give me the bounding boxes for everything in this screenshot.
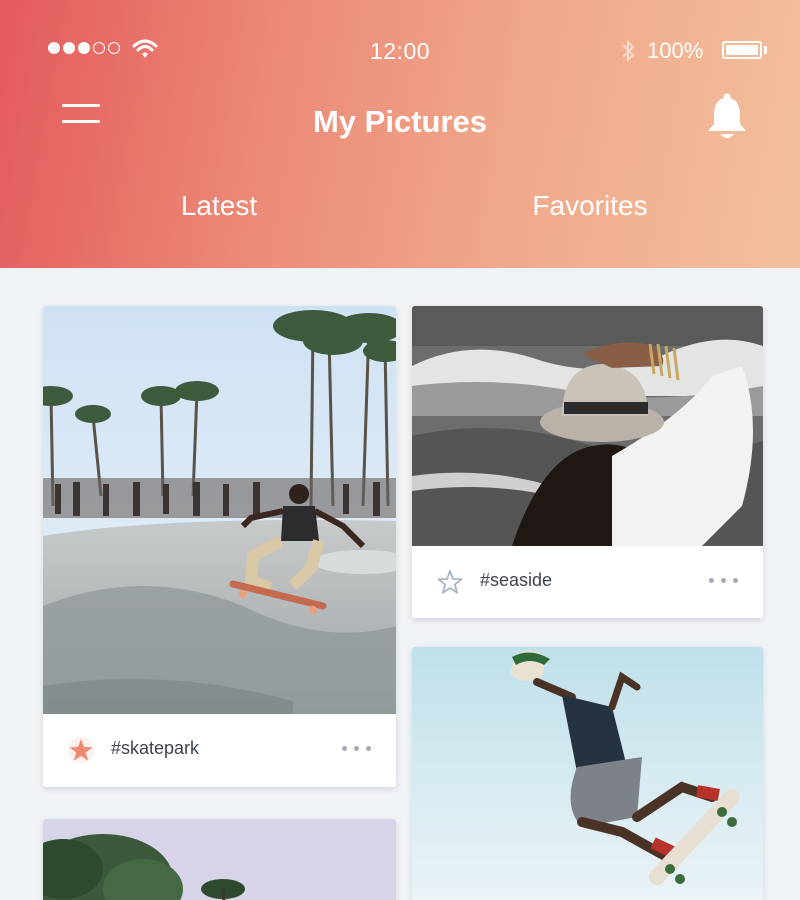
bell-icon[interactable]: [704, 92, 750, 142]
status-bar: 12:00 100%: [0, 30, 800, 70]
photo-card-seaside[interactable]: #seaside: [412, 306, 763, 618]
trees-photo[interactable]: [43, 819, 396, 900]
more-dots-icon[interactable]: [707, 568, 741, 592]
card-tag[interactable]: #seaside: [480, 570, 552, 591]
card-footer: #seaside: [412, 546, 763, 618]
skatepark-photo[interactable]: [43, 306, 396, 714]
tab-favorites[interactable]: Favorites: [440, 190, 740, 222]
photo-card-skater-air[interactable]: [412, 647, 763, 900]
card-footer: #skatepark: [43, 714, 396, 786]
seaside-photo[interactable]: [412, 306, 763, 546]
star-outline-icon[interactable]: [436, 568, 464, 596]
skater-air-photo[interactable]: [412, 647, 763, 900]
bluetooth-icon: [622, 39, 635, 63]
battery-icon: [722, 41, 762, 59]
card-tag[interactable]: #skatepark: [111, 738, 199, 759]
battery-percentage: 100%: [647, 38, 704, 63]
page-title: My Pictures: [312, 104, 487, 139]
app-header: 12:00 100% My Pictures Latest Favorites: [0, 0, 800, 268]
star-filled-icon[interactable]: [67, 736, 95, 764]
tab-latest[interactable]: Latest: [69, 190, 369, 222]
more-dots-icon[interactable]: [340, 736, 374, 760]
photo-card-skatepark[interactable]: #skatepark: [43, 306, 396, 787]
photo-card-trees[interactable]: [43, 819, 396, 900]
